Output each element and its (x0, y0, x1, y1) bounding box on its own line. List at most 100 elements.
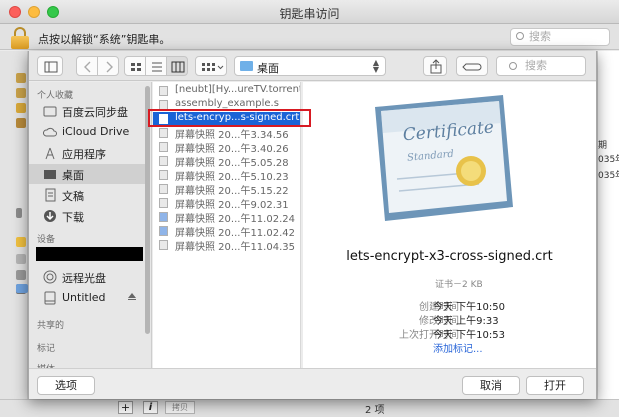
sidebar-item-label: 远程光盘 (62, 272, 106, 285)
panel-toolbar: 桌面 ▲ ▼ 搜索 (29, 51, 596, 81)
torrent-file-icon (159, 86, 168, 96)
file-row[interactable]: 屏幕快照 20...午5.10.23 (153, 168, 300, 183)
item-count: 2 项 (365, 405, 385, 416)
screenshot-file-icon (159, 198, 168, 208)
folder-icon (240, 61, 253, 71)
sidebar-item-baidu-sync[interactable]: 百度云同步盘 (29, 101, 147, 121)
back-button[interactable] (76, 56, 98, 76)
file-name: 屏幕快照 20...午9.02.31 (175, 200, 289, 211)
sidebar-item-desktop[interactable]: 桌面 (29, 164, 147, 184)
copy-button[interactable]: 拷贝 (165, 401, 195, 414)
screenshot-file-icon (159, 142, 168, 152)
keychain-sidebar (0, 51, 28, 399)
up-down-chevron-icon: ▲ ▼ (372, 58, 379, 74)
info-value: 今天 下午10:53 (433, 330, 505, 341)
expiry-value: 035年1 (598, 171, 619, 181)
cloud-icon (43, 127, 57, 137)
arrange-button[interactable] (195, 56, 227, 76)
certificate-icon: Certificate Standard (375, 95, 513, 221)
file-row[interactable]: 屏幕快照 20...午5.15.22 (153, 182, 300, 197)
applications-icon (45, 147, 55, 160)
screenshot-file-icon (159, 170, 168, 180)
sidebar-item-documents[interactable]: 文稿 (29, 185, 147, 205)
file-row[interactable]: [neubt][Hy...ureTV.torrent (153, 84, 301, 98)
title-bar: 钥匙串访问 (0, 0, 619, 24)
icon-view-button[interactable] (124, 56, 146, 76)
screenshot-file-icon (159, 226, 168, 236)
options-button[interactable]: 选项 (37, 376, 95, 395)
screenshot-file-icon (159, 156, 168, 166)
sidebar-item-label: 文稿 (62, 190, 84, 203)
category-icon (16, 237, 26, 247)
file-row[interactable]: 屏幕快照 20...午3.40.26 (153, 140, 300, 155)
keychain-icon (16, 88, 26, 98)
tag-button[interactable] (456, 56, 488, 76)
screenshot-file-icon (159, 128, 168, 138)
file-name: 屏幕快照 20...午5.15.22 (175, 186, 289, 197)
sidebar-item-label: Untitled (62, 291, 106, 304)
chevron-left-icon (84, 61, 91, 73)
sidebar-item-applications[interactable]: 应用程序 (29, 143, 147, 163)
list-view-button[interactable] (145, 56, 167, 76)
lock-icon[interactable] (10, 27, 30, 49)
keychain-status-bar (0, 399, 619, 417)
remote-disc-icon (43, 270, 57, 284)
forward-button[interactable] (97, 56, 119, 76)
file-name: assembly_example.s (175, 98, 279, 109)
location-label: 桌面 (257, 62, 279, 75)
keychain-icon (16, 118, 26, 128)
chevron-right-icon (106, 61, 113, 73)
add-item-button[interactable]: + (118, 401, 133, 414)
unlock-hint: 点按以解锁“系统”钥匙串。 (38, 33, 171, 46)
file-row[interactable]: 屏幕快照 20...午5.05.28 (153, 154, 300, 169)
sidebar-item-untitled[interactable]: Untitled (29, 288, 147, 308)
sidebar-item-icloud[interactable]: iCloud Drive (29, 122, 147, 142)
sidebar-item-remote-disc[interactable]: 远程光盘 (29, 267, 147, 287)
open-button[interactable]: 打开 (526, 376, 584, 395)
downloads-icon (44, 210, 56, 222)
sidebar-item-label: 应用程序 (62, 148, 106, 161)
favorites-header: 个人收藏 (37, 91, 74, 101)
screenshot-file-icon (159, 240, 168, 250)
location-popup[interactable]: 桌面 ▲ ▼ (234, 56, 386, 76)
file-name: 屏幕快照 20...午11.02.42 (175, 228, 295, 239)
preview-pane: Certificate Standard lets-encrypt-x3-cro… (303, 82, 596, 368)
panel-button-bar: 选项 取消 打开 (29, 368, 596, 399)
documents-icon (45, 188, 56, 202)
sidebar-item-label: iCloud Drive (62, 125, 130, 138)
file-name: [neubt][Hy...ureTV.torrent (175, 84, 301, 95)
file-row[interactable]: 屏幕快照 20...午3.34.56 (153, 126, 300, 141)
screenshot-file-icon (159, 184, 168, 194)
seal-icon (456, 156, 486, 186)
sidebar-item-label: 百度云同步盘 (62, 106, 128, 119)
info-button[interactable]: i (143, 401, 158, 414)
file-row[interactable]: 屏幕快照 20...午11.02.42 (153, 224, 300, 239)
cancel-button[interactable]: 取消 (462, 376, 520, 395)
file-name: 屏幕快照 20...午11.02.24 (175, 214, 295, 225)
window-title: 钥匙串访问 (279, 7, 340, 21)
columns-icon (171, 61, 185, 73)
info-value: 今天 下午10:50 (433, 302, 505, 313)
selection-highlight-box (148, 109, 311, 127)
file-row[interactable]: 屏幕快照 20...午9.02.31 (153, 196, 300, 211)
tag-icon (462, 63, 482, 71)
eject-icon[interactable] (128, 293, 136, 298)
sidebar-item-label: 下载 (62, 211, 84, 224)
category-icon (16, 284, 28, 293)
share-icon (430, 59, 442, 74)
category-icon (16, 270, 26, 280)
share-button[interactable] (423, 56, 447, 76)
file-row[interactable]: 屏幕快照 20...午11.02.24 (153, 210, 300, 225)
sidebar-item-downloads[interactable]: 下载 (29, 206, 147, 226)
folder-icon (43, 106, 57, 117)
column-header-expires: 期 (598, 141, 608, 151)
add-tags-link[interactable]: 添加标记... (433, 340, 483, 355)
sidebar-toggle-button[interactable] (37, 56, 63, 76)
shared-header: 共享的 (37, 321, 65, 331)
column-view-button[interactable] (166, 56, 188, 76)
keychain-search-input[interactable]: 搜索 (510, 28, 610, 46)
sidebar-icon (44, 61, 58, 73)
eject-icon-bar (128, 299, 136, 300)
panel-search-input[interactable]: 搜索 (496, 56, 586, 76)
file-row[interactable]: 屏幕快照 20...午11.04.35 (153, 238, 300, 253)
